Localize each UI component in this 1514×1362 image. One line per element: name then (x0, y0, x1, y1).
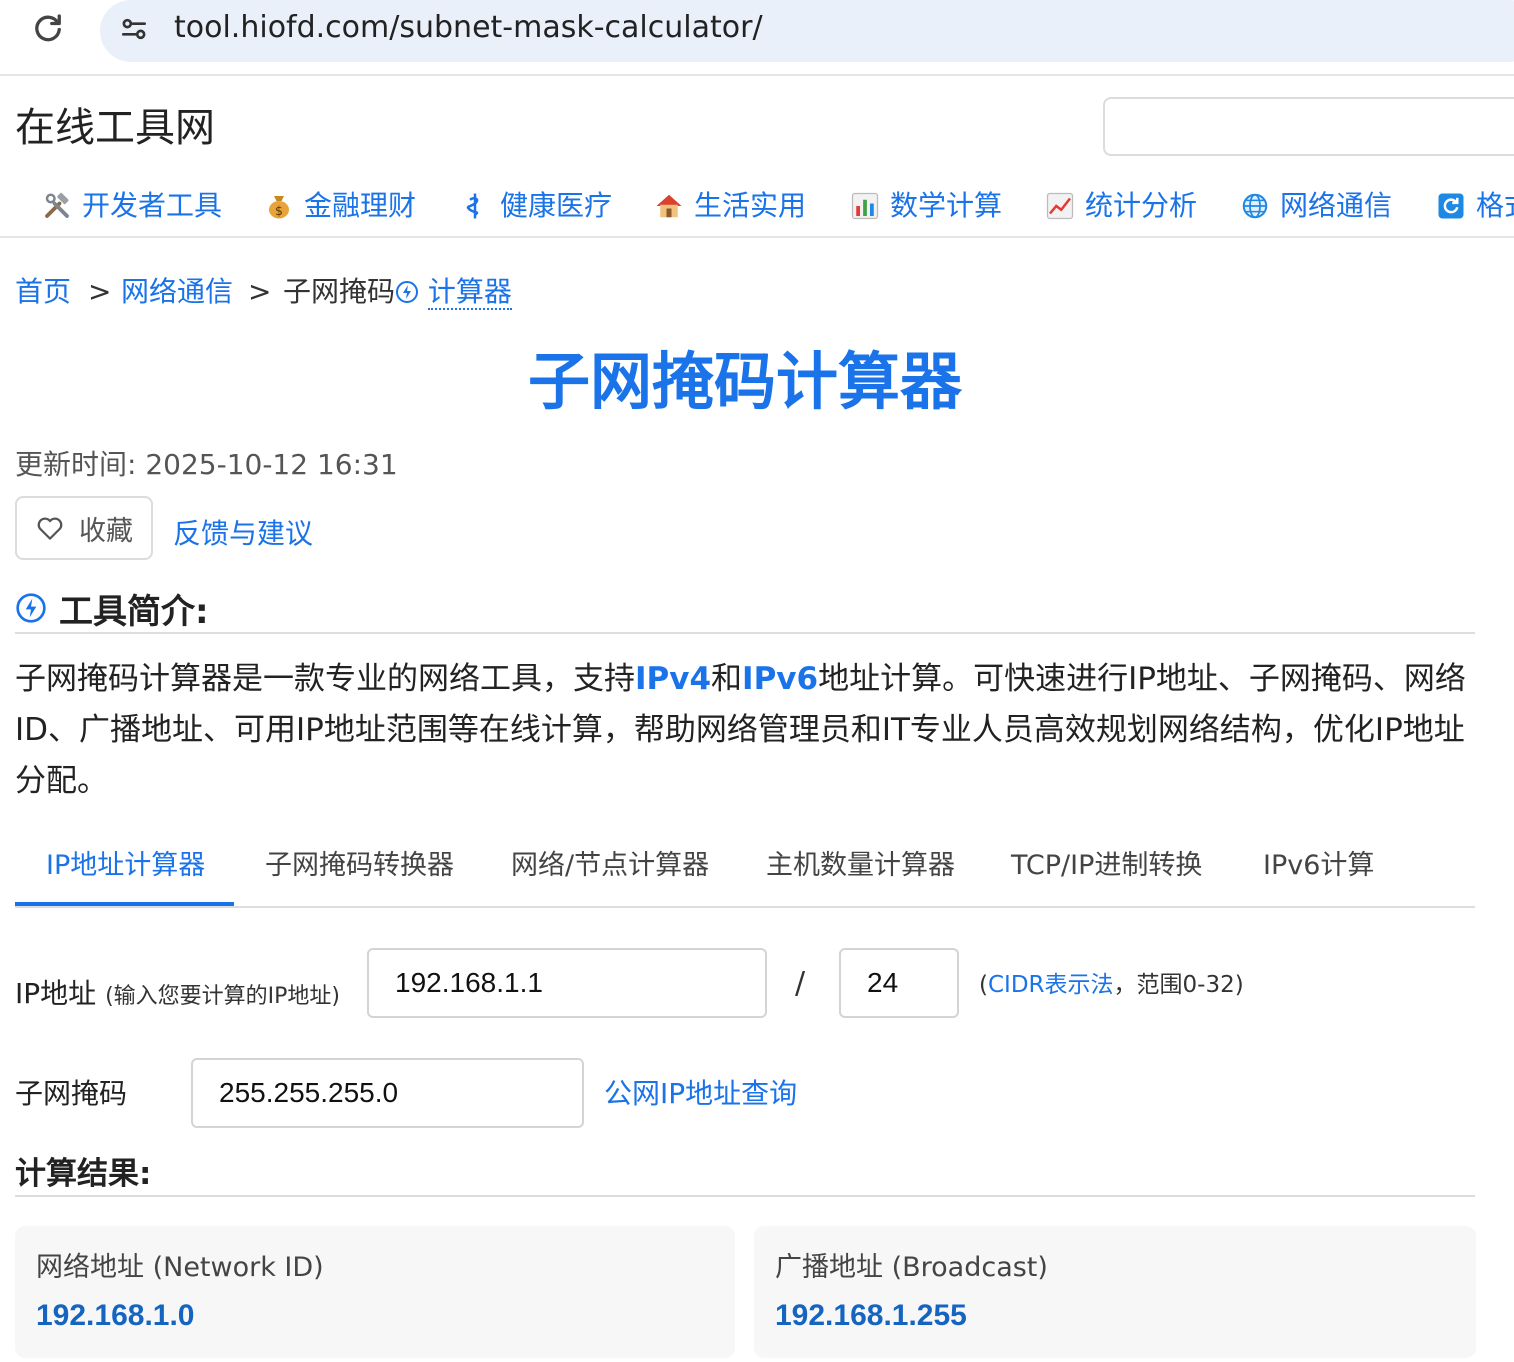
tab-tcpip-convert[interactable]: TCP/IP进制转换 (1011, 848, 1202, 884)
trend-chart-icon (1046, 192, 1074, 220)
tab-ip-calculator[interactable]: IP地址计算器 (46, 848, 205, 884)
heart-icon (37, 517, 63, 540)
svg-text:$: $ (275, 203, 283, 218)
nav-item-health[interactable]: 健康医疗 (460, 184, 612, 228)
desc-ipv6: IPv6 (742, 661, 819, 697)
ip-input[interactable]: 192.168.1.1 (367, 948, 767, 1018)
network-id-card: 网络地址 (Network ID) 192.168.1.0 (15, 1226, 735, 1358)
broadcast-label: 广播地址 (Broadcast) (775, 1252, 1048, 1283)
cidr-input[interactable]: 24 (839, 948, 959, 1018)
search-input[interactable] (1103, 97, 1514, 156)
nav-item-statistics[interactable]: 统计分析 (1045, 184, 1197, 228)
tool-description: 子网掩码计算器是一款专业的网络工具，支持IPv4和IPv6地址计算。可快速进行I… (15, 654, 1485, 807)
breadcrumb-separator: > (248, 275, 272, 308)
nav-item-network[interactable]: 网络通信 (1240, 184, 1392, 228)
nav-item-life[interactable]: 生活实用 (654, 184, 806, 228)
breadcrumb-category[interactable]: 网络通信 (121, 272, 233, 312)
site-logo[interactable]: 在线工具网 (15, 100, 215, 156)
feedback-link[interactable]: 反馈与建议 (173, 514, 313, 554)
nav-item-finance[interactable]: $ 金融理财 (264, 184, 416, 228)
breadcrumb-current-text: 子网掩码 (283, 275, 396, 308)
results-heading: 计算结果: (15, 1156, 152, 1192)
nav-label: 健康医疗 (500, 189, 613, 222)
medical-icon (466, 193, 479, 219)
hammer-wrench-icon (45, 192, 69, 218)
cidr-open: ( (979, 972, 988, 998)
site-settings-icon[interactable] (118, 13, 150, 45)
mask-label: 子网掩码 (15, 1077, 128, 1110)
nav-item-math[interactable]: 数学计算 (850, 184, 1002, 228)
tab-host-count[interactable]: 主机数量计算器 (766, 848, 955, 884)
desc-part: 和 (711, 661, 743, 697)
favorite-label: 收藏 (79, 515, 133, 547)
refresh-icon (1438, 193, 1464, 219)
intro-heading: 工具简介: (15, 586, 209, 632)
cidr-link[interactable]: CIDR表示法 (988, 972, 1114, 998)
browser-toolbar: tool.hiofd.com/subnet-mask-calculator/ (0, 0, 1514, 76)
nav-label: 生活实用 (694, 189, 807, 222)
lightning-icon (396, 281, 419, 303)
tab-mask-converter[interactable]: 子网掩码转换器 (265, 848, 454, 884)
cidr-range: ，范围0-32) (1113, 972, 1244, 998)
breadcrumb-tool-link[interactable]: 计算器 (427, 275, 512, 310)
breadcrumb-current: 子网掩码 计算器 (283, 272, 512, 312)
breadcrumb-separator: > (88, 275, 112, 308)
nav-item-format[interactable]: 格式 (1436, 184, 1514, 228)
broadcast-card: 广播地址 (Broadcast) 192.168.1.255 (754, 1226, 1476, 1358)
house-icon (656, 194, 682, 218)
public-ip-lookup-link[interactable]: 公网IP地址查询 (604, 1074, 797, 1114)
nav-item-developer-tools[interactable]: 开发者工具 (42, 184, 222, 228)
desc-ipv4: IPv4 (635, 661, 712, 697)
cidr-slash: / (795, 966, 806, 1001)
active-tab-indicator (15, 902, 234, 906)
globe-icon (1242, 193, 1268, 219)
ip-label-text: IP地址 (15, 977, 97, 1010)
nav-label: 格式 (1476, 189, 1514, 222)
nav-label: 网络通信 (1280, 189, 1393, 222)
calculator-tabs: IP地址计算器 子网掩码转换器 网络/节点计算器 主机数量计算器 TCP/IP进… (15, 836, 1475, 908)
ip-label: IP地址 (输入您要计算的IP地址) (15, 974, 340, 1017)
url-text[interactable]: tool.hiofd.com/subnet-mask-calculator/ (174, 8, 763, 48)
updated-time: 更新时间: 2025-10-12 16:31 (15, 448, 398, 481)
ip-hint: (输入您要计算的IP地址) (105, 984, 340, 1009)
lightning-icon (16, 593, 46, 623)
nav-label: 金融理财 (304, 189, 417, 222)
favorite-button[interactable]: 收藏 (15, 496, 153, 560)
divider (15, 1195, 1475, 1197)
network-id-value: 192.168.1.0 (36, 1299, 195, 1332)
bar-chart-icon (851, 192, 879, 220)
tab-network-node[interactable]: 网络/节点计算器 (511, 848, 709, 884)
network-id-label: 网络地址 (Network ID) (36, 1252, 324, 1283)
breadcrumb-home[interactable]: 首页 (15, 272, 71, 312)
category-nav: 开发者工具 $ 金融理财 健康医疗 生活实用 数学计算 统计分析 网络通信 格 (0, 178, 1514, 238)
divider (15, 632, 1475, 634)
broadcast-value: 192.168.1.255 (775, 1299, 967, 1332)
nav-label: 统计分析 (1085, 189, 1198, 222)
intro-title: 工具简介: (59, 591, 209, 632)
reload-icon[interactable] (30, 10, 66, 46)
desc-part: 子网掩码计算器是一款专业的网络工具，支持 (15, 661, 635, 697)
tab-ipv6[interactable]: IPv6计算 (1263, 848, 1374, 884)
nav-label: 数学计算 (890, 189, 1003, 222)
money-bag-icon: $ (269, 196, 289, 219)
nav-label: 开发者工具 (82, 189, 223, 222)
mask-input[interactable]: 255.255.255.0 (191, 1058, 584, 1128)
cidr-hint: (CIDR表示法，范围0-32) (979, 968, 1244, 1002)
page-title: 子网掩码计算器 (527, 345, 962, 418)
